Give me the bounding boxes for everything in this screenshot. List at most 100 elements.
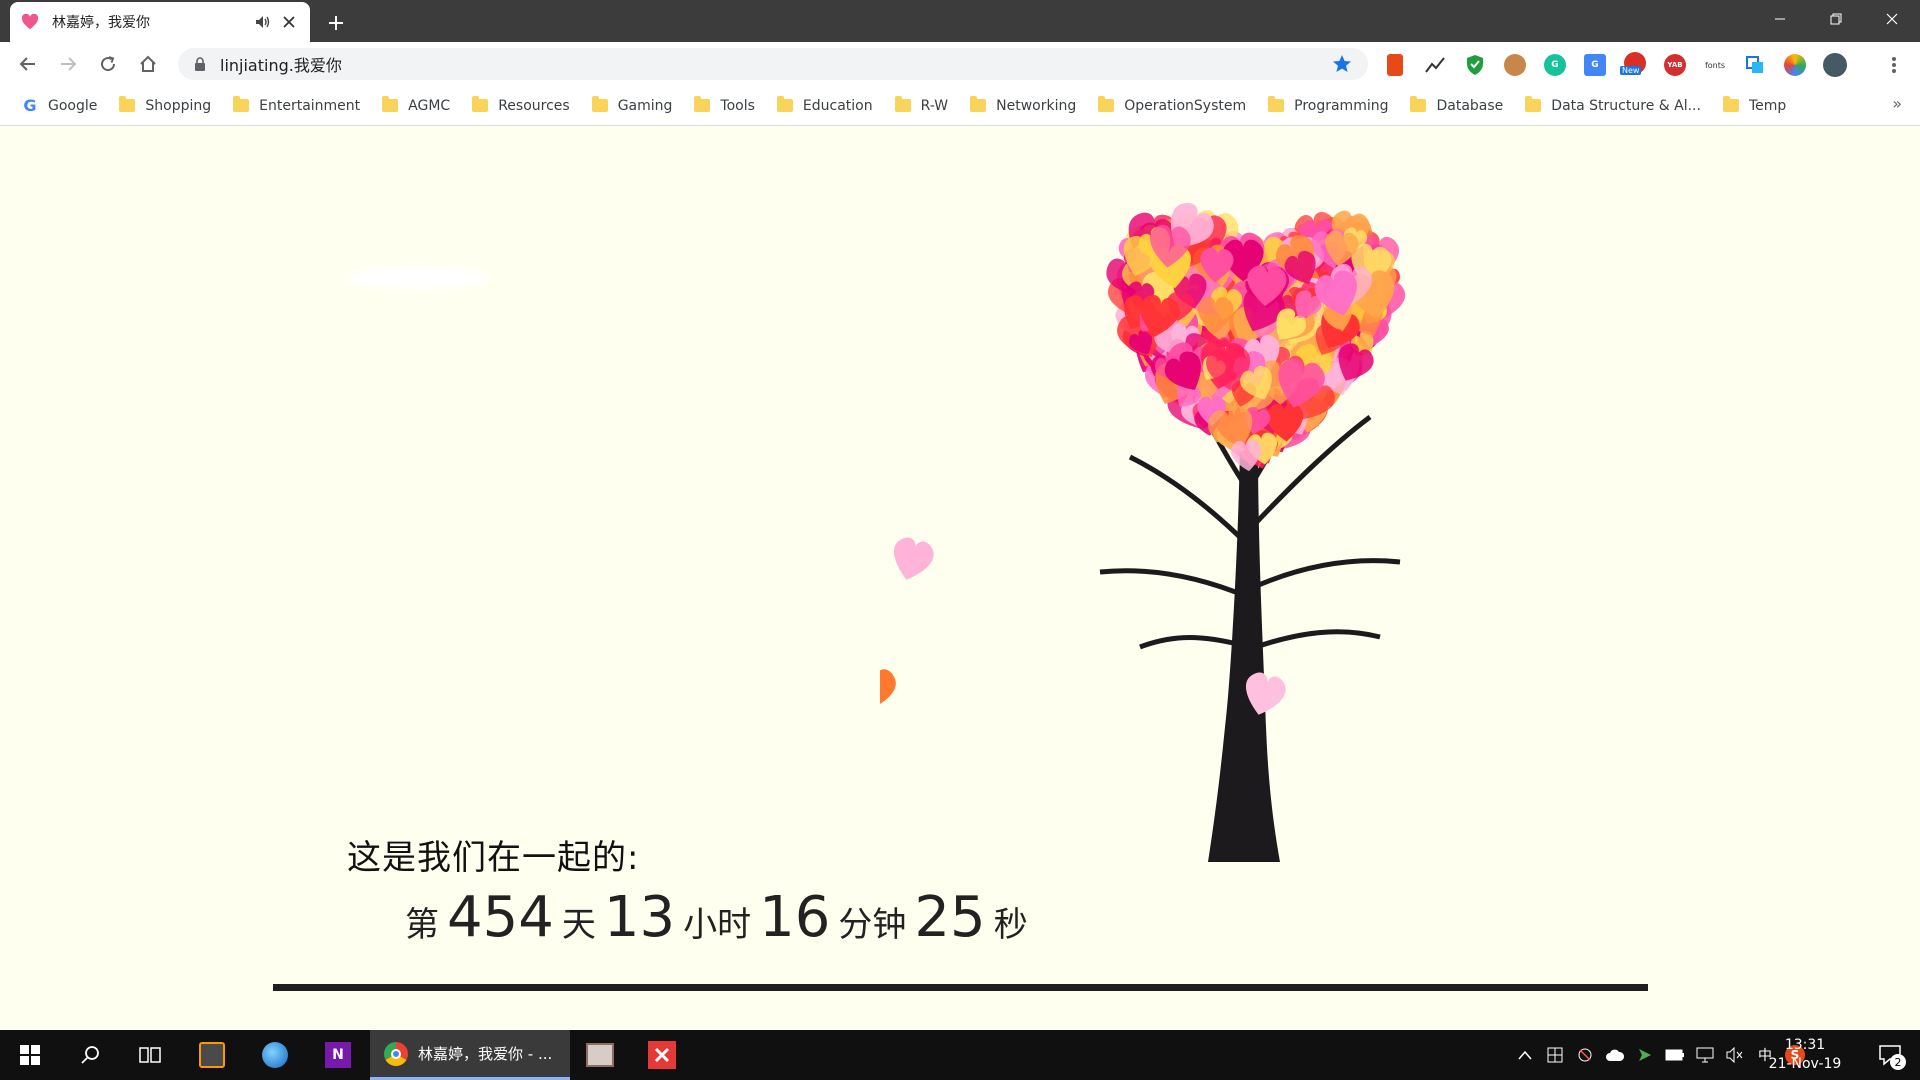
yab-extension-icon[interactable]: YAB [1660, 51, 1690, 79]
start-button[interactable] [0, 1030, 60, 1080]
bookmark-label: R-W [920, 97, 949, 114]
bookmark-label: Shopping [145, 97, 212, 114]
tree-branch [1128, 454, 1252, 549]
close-tab-icon[interactable] [278, 11, 300, 33]
restore-button[interactable] [1808, 0, 1864, 38]
explorer-app-button[interactable] [570, 1030, 630, 1080]
onenote-app-button[interactable]: N [308, 1030, 368, 1080]
folder-icon [776, 96, 793, 112]
close-icon [1886, 13, 1898, 25]
forward-button[interactable] [54, 50, 82, 78]
task-view-button[interactable] [120, 1030, 180, 1080]
clock-time: 13:31 [1784, 1037, 1826, 1053]
minimize-button[interactable] [1752, 0, 1808, 38]
xmind-icon [648, 1041, 676, 1069]
home-icon [140, 55, 156, 72]
notification-center-button[interactable]: 2 [1870, 1040, 1910, 1070]
bookmark-temp[interactable]: Temp [1715, 92, 1794, 120]
tree-branch [1255, 629, 1381, 650]
folder-icon [119, 96, 136, 112]
browser-app-button[interactable] [245, 1030, 305, 1080]
folder-icon [894, 96, 911, 112]
home-button[interactable] [134, 50, 162, 78]
bookmark-resources[interactable]: Resources [464, 92, 578, 120]
taskbar-clock[interactable]: 13:31 21-Nov-19 [1760, 1036, 1850, 1074]
bookmark-agmc[interactable]: AGMC [374, 92, 458, 120]
bookmarks-overflow-button[interactable]: » [1892, 94, 1902, 113]
volume-muted-icon[interactable] [1720, 1040, 1750, 1070]
address-bar[interactable]: linjiating.我爱你 [178, 48, 1368, 80]
bookmark-label: Programming [1294, 97, 1389, 114]
office-extension-icon[interactable] [1380, 51, 1410, 79]
cookie-extension-icon[interactable] [1500, 51, 1530, 79]
back-button[interactable] [14, 50, 42, 78]
close-window-button[interactable] [1864, 0, 1920, 38]
active-tab[interactable]: 林嘉婷，我爱你 [10, 2, 310, 42]
browser-titlebar: 林嘉婷，我爱你 [0, 0, 1920, 42]
falling-heart [880, 664, 896, 711]
bookmark-label: AGMC [408, 97, 451, 114]
bookmark-label: Google [48, 97, 98, 114]
together-caption: 这是我们在一起的: [347, 838, 640, 878]
chrome-taskbar-button[interactable]: 林嘉婷，我爱你 - ... [370, 1030, 570, 1080]
bookmark-networking[interactable]: Networking [962, 92, 1084, 120]
chrome-taskbar-label: 林嘉婷，我爱你 - ... [418, 1045, 553, 1063]
tree-branch [1253, 558, 1401, 590]
bookmark-r-w[interactable]: R-W [887, 92, 957, 120]
menu-button[interactable] [1882, 50, 1906, 80]
restore-icon [1830, 13, 1842, 25]
bookmark-programming[interactable]: Programming [1260, 92, 1396, 120]
chrome-icon [384, 1041, 408, 1066]
bookmark-entertainment[interactable]: Entertainment [225, 92, 368, 120]
fonts-extension-icon[interactable]: fonts [1700, 51, 1730, 79]
network-off-tray-icon[interactable] [1570, 1040, 1600, 1070]
bookmark-google[interactable]: G Google [14, 92, 105, 120]
battery-icon[interactable] [1660, 1040, 1690, 1070]
grid-tray-icon[interactable] [1540, 1040, 1570, 1070]
sublime-app-button[interactable] [182, 1030, 242, 1080]
xmind-app-button[interactable] [632, 1030, 692, 1080]
new-badge-extension-icon[interactable]: New [1620, 51, 1650, 79]
counter-days: 454 [447, 885, 554, 950]
new-badge: New [1620, 66, 1642, 75]
display-icon[interactable] [1690, 1040, 1720, 1070]
heart-tree [880, 202, 1406, 862]
windows-taskbar: N 林嘉婷，我爱你 - ... 中 S 13:31 21-Nov-19 2 [0, 1030, 1920, 1080]
grammarly-extension-icon[interactable]: G [1540, 51, 1570, 79]
tree-branch [1099, 568, 1249, 600]
shield-extension-icon[interactable] [1460, 51, 1490, 79]
notification-count: 2 [1890, 1054, 1906, 1070]
counter-hours: 13 [603, 885, 676, 950]
bookmark-label: Data Structure & Al... [1551, 97, 1701, 114]
reload-button[interactable] [94, 50, 122, 78]
windows-icon [20, 1045, 40, 1065]
copy-extension-icon[interactable] [1740, 51, 1770, 79]
bookmark-label: Tools [720, 97, 755, 114]
bookmark-database[interactable]: Database [1402, 92, 1511, 120]
translate-extension-icon[interactable]: G [1580, 51, 1610, 79]
bookmark-data-structure-al[interactable]: Data Structure & Al... [1517, 92, 1709, 120]
colorful-extension-icon[interactable] [1780, 51, 1810, 79]
speaker-icon[interactable] [252, 11, 274, 33]
counter-seconds: 25 [914, 885, 986, 950]
window-controls [1752, 0, 1920, 38]
falling-heart [894, 537, 934, 580]
counter-minutes: 16 [759, 885, 831, 950]
bookmark-shopping[interactable]: Shopping [111, 92, 219, 120]
new-tab-button[interactable] [322, 9, 350, 37]
bookmark-gaming[interactable]: Gaming [584, 92, 681, 120]
arrow-tray-icon[interactable] [1630, 1040, 1660, 1070]
cloud-icon[interactable] [1600, 1040, 1630, 1070]
chevron-up-icon[interactable] [1510, 1040, 1540, 1070]
bookmark-operationsystem[interactable]: OperationSystem [1090, 92, 1254, 120]
clock-date: 21-Nov-19 [1768, 1056, 1842, 1072]
chart-extension-icon[interactable] [1420, 51, 1450, 79]
star-icon[interactable] [1330, 52, 1354, 76]
bookmark-tools[interactable]: Tools [686, 92, 763, 120]
bookmark-education[interactable]: Education [769, 92, 881, 120]
folder-icon [382, 96, 399, 112]
folder-icon [1410, 96, 1427, 112]
avatar[interactable] [1820, 51, 1850, 79]
search-button[interactable] [60, 1030, 120, 1080]
url-text[interactable]: linjiating.我爱你 [220, 52, 1330, 76]
